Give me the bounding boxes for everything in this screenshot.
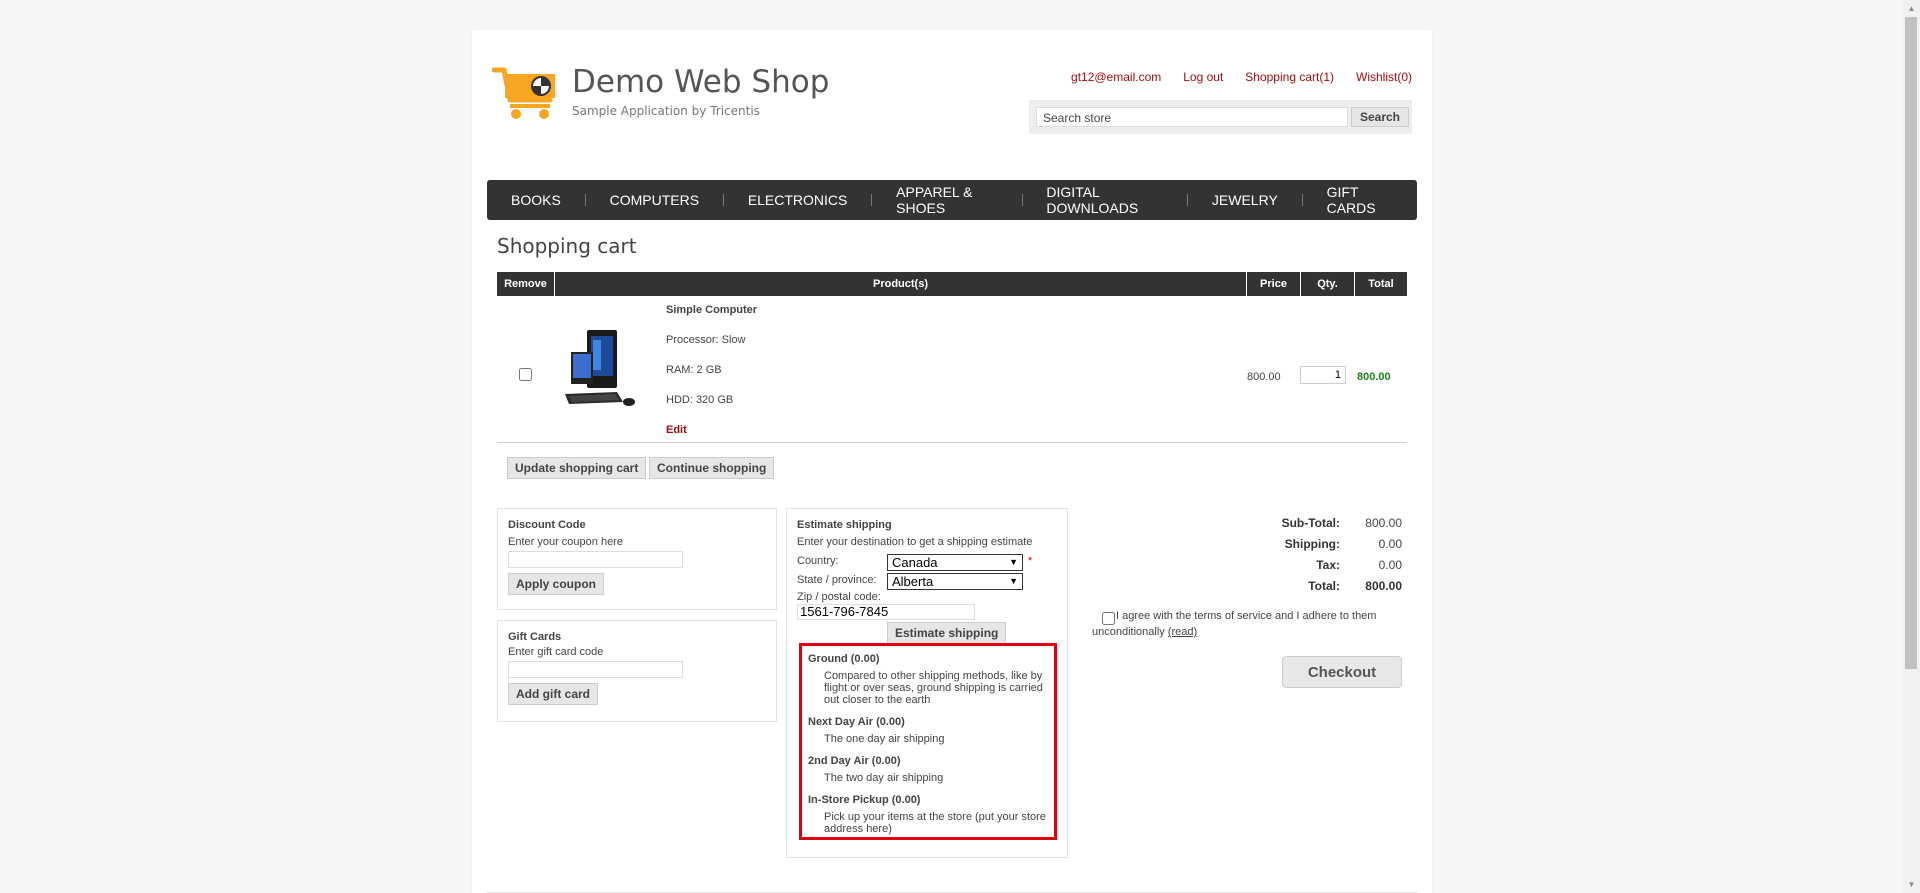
gift-card-hint: Enter gift card code <box>508 646 604 658</box>
wishlist-link[interactable]: Wishlist(0) <box>1356 70 1412 84</box>
gift-card-title: Gift Cards <box>508 631 562 643</box>
estimate-shipping-button[interactable]: Estimate shipping <box>887 622 1007 644</box>
menu-item-jewelry[interactable]: JEWELRY <box>1188 192 1302 208</box>
computer-product-image[interactable] <box>565 328 637 408</box>
shipping-options-highlight: Ground (0.00) Compared to other shipping… <box>799 643 1057 840</box>
gift-card-input[interactable] <box>508 661 683 678</box>
menu-item-electronics[interactable]: ELECTRONICS <box>724 192 872 208</box>
logout-link[interactable]: Log out <box>1183 70 1223 84</box>
shipping-label: Shipping: <box>1284 537 1340 551</box>
search-input[interactable]: Search store <box>1036 107 1348 127</box>
top-menu: BOOKS COMPUTERS ELECTRONICS APPAREL & SH… <box>487 180 1417 220</box>
unit-price: 800.00 <box>1247 371 1281 383</box>
page-title: Shopping cart <box>497 234 637 258</box>
coupon-input[interactable] <box>508 551 683 568</box>
menu-item-books[interactable]: BOOKS <box>487 192 585 208</box>
col-qty: Qty. <box>1301 272 1355 296</box>
product-attribute: RAM: 2 GB <box>666 364 722 376</box>
continue-shopping-button[interactable]: Continue shopping <box>649 457 775 479</box>
search-box: Search store Search <box>1029 100 1412 134</box>
country-label: Country: <box>797 555 839 567</box>
estimate-shipping-box: Estimate shipping Enter your destination… <box>786 508 1068 858</box>
country-select-value: Canada <box>892 555 938 570</box>
search-button[interactable]: Search <box>1351 107 1409 127</box>
subtotal-label: Sub-Total: <box>1281 516 1340 530</box>
shipping-value: 0.00 <box>1378 537 1402 551</box>
discount-title: Discount Code <box>508 519 586 531</box>
read-terms-link[interactable]: (read) <box>1168 626 1197 638</box>
shipping-option-name: Ground (0.00) <box>808 653 880 665</box>
product-attribute: HDD: 320 GB <box>666 394 734 406</box>
cart-table-header: Remove Product(s) Price Qty. Total <box>497 272 1407 296</box>
page-container: Demo Web Shop Sample Application by Tric… <box>472 30 1432 893</box>
col-product: Product(s) <box>555 272 1247 296</box>
chevron-down-icon: ▼ <box>1009 576 1018 586</box>
add-gift-card-button[interactable]: Add gift card <box>508 683 598 705</box>
col-remove: Remove <box>497 272 555 296</box>
col-total: Total <box>1368 278 1394 290</box>
quantity-input[interactable] <box>1300 366 1346 384</box>
line-total: 800.00 <box>1357 371 1391 383</box>
checkout-button[interactable]: Checkout <box>1282 656 1402 688</box>
state-select[interactable]: Alberta ▼ <box>887 573 1023 590</box>
required-mark: * <box>1028 555 1033 567</box>
terms-text: I agree with the terms of service and I … <box>1092 608 1392 640</box>
scroll-up-icon[interactable]: ▲ <box>1903 0 1920 17</box>
gift-card-box: Gift Cards Enter gift card code Add gift… <box>497 620 777 722</box>
edit-link[interactable]: Edit <box>666 424 687 436</box>
shopping-cart-link[interactable]: Shopping cart(1) <box>1245 70 1334 84</box>
discount-hint: Enter your coupon here <box>508 536 623 548</box>
terms-label: I agree with the terms of service and I … <box>1092 610 1377 638</box>
apply-coupon-button[interactable]: Apply coupon <box>508 573 604 595</box>
menu-item-apparel-shoes[interactable]: APPAREL & SHOES <box>872 184 1021 216</box>
state-select-value: Alberta <box>892 574 934 589</box>
subtotal-value: 800.00 <box>1365 516 1402 530</box>
country-select[interactable]: Canada ▼ <box>887 554 1023 571</box>
order-total-value: 800.00 <box>1365 579 1402 593</box>
discount-box: Discount Code Enter your coupon here App… <box>497 508 777 610</box>
terms-checkbox[interactable] <box>1102 612 1115 625</box>
shipping-option-name: 2nd Day Air (0.00) <box>808 755 901 767</box>
menu-item-computers[interactable]: COMPUTERS <box>586 192 723 208</box>
shipping-option-desc: The one day air shipping <box>824 733 945 745</box>
estimate-hint: Enter your destination to get a shipping… <box>797 536 1033 548</box>
shipping-option-desc: Pick up your items at the store (put you… <box>824 811 1046 835</box>
col-price: Price <box>1247 272 1301 296</box>
shipping-option-desc: Compared to other shipping methods, like… <box>824 670 1043 706</box>
scrollbar-thumb[interactable] <box>1905 17 1917 669</box>
cart-logo-icon[interactable] <box>492 66 558 124</box>
state-label: State / province: <box>797 574 877 586</box>
scroll-down-icon[interactable]: ▼ <box>1903 876 1920 893</box>
tax-value: 0.00 <box>1378 558 1402 572</box>
shipping-option-name: Next Day Air (0.00) <box>808 716 905 728</box>
tax-label: Tax: <box>1316 558 1340 572</box>
zip-label: Zip / postal code: <box>797 591 881 603</box>
account-link[interactable]: gt12@email.com <box>1071 70 1161 84</box>
product-name-link[interactable]: Simple Computer <box>666 304 757 316</box>
update-cart-button[interactable]: Update shopping cart <box>507 457 647 479</box>
menu-item-digital-downloads[interactable]: DIGITAL DOWNLOADS <box>1022 184 1187 216</box>
menu-item-gift-cards[interactable]: GIFT CARDS <box>1303 184 1417 216</box>
estimate-title: Estimate shipping <box>797 519 892 531</box>
remove-checkbox[interactable] <box>519 368 532 381</box>
total-label: Total: <box>1308 579 1340 593</box>
cart-row: Simple Computer Processor: Slow RAM: 2 G… <box>497 296 1407 443</box>
zip-postal-input[interactable]: 1561-796-7845 <box>797 604 975 620</box>
shipping-option-desc: The two day air shipping <box>824 772 944 784</box>
shipping-option-name: In-Store Pickup (0.00) <box>808 794 921 806</box>
page-scrollbar[interactable]: ▲ ▼ <box>1903 0 1920 893</box>
product-attribute: Processor: Slow <box>666 334 746 346</box>
site-title[interactable]: Demo Web Shop <box>572 64 829 100</box>
site-subtitle: Sample Application by Tricentis <box>572 104 760 118</box>
chevron-down-icon: ▼ <box>1009 557 1018 567</box>
header-links: gt12@email.com Log out Shopping cart(1) … <box>1071 70 1412 84</box>
